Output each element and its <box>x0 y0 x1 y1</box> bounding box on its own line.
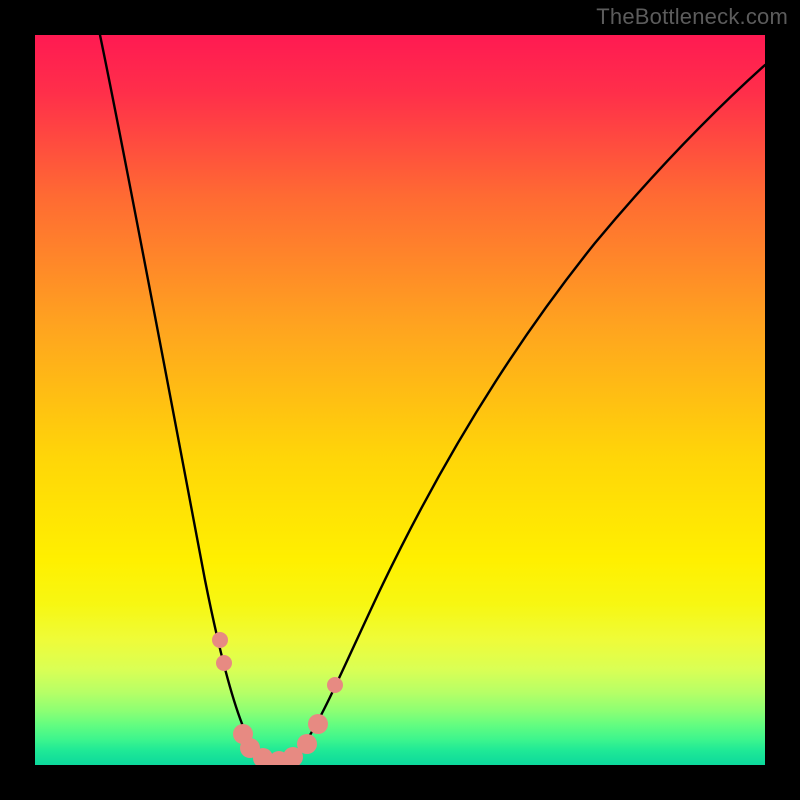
data-point-left-upper <box>212 632 228 648</box>
bottleneck-curve <box>35 35 765 765</box>
data-point-bottom-7 <box>308 714 328 734</box>
plot-area <box>35 35 765 765</box>
data-point-right-upper <box>327 677 343 693</box>
data-point-bottom-6 <box>297 734 317 754</box>
watermark-text: TheBottleneck.com <box>596 4 788 30</box>
data-point-left-mid <box>216 655 232 671</box>
chart-root: TheBottleneck.com <box>0 0 800 800</box>
